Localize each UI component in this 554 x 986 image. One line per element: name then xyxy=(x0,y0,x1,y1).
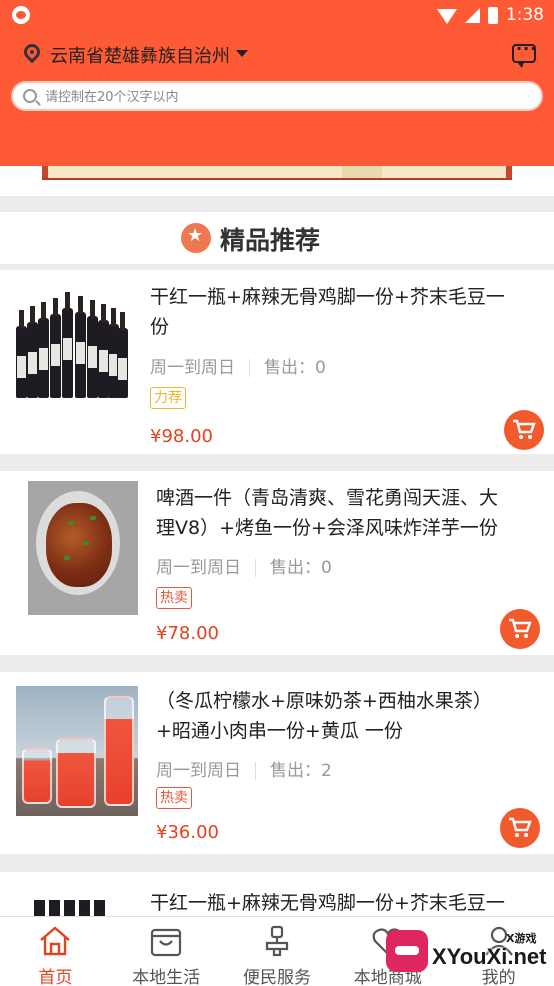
cart-icon xyxy=(509,817,532,837)
banner-image[interactable] xyxy=(42,166,512,180)
location-pin-icon[interactable] xyxy=(20,40,44,64)
product-image[interactable] xyxy=(28,481,138,615)
schedule-text: 周一到周日 xyxy=(150,358,235,378)
gamepad-logo-icon xyxy=(386,930,428,972)
search-bar[interactable] xyxy=(11,81,543,111)
cell-signal-icon xyxy=(464,7,480,23)
product-meta: 周一到周日 售出：0 xyxy=(156,553,332,578)
status-time: 1:38 xyxy=(505,5,544,25)
product-title[interactable]: 干红一瓶+麻辣无骨鸡脚一份+芥末毛豆一 xyxy=(150,888,550,918)
product-meta: 周一到周日 售出：2 xyxy=(156,756,332,781)
cart-icon xyxy=(513,419,536,439)
product-meta: 周一到周日 售出：0 xyxy=(150,353,326,378)
sold-count: 售出：0 xyxy=(264,358,326,378)
section-title: 精品推荐 xyxy=(220,226,321,255)
nav-item-local-life[interactable]: 本地生活 xyxy=(111,917,222,986)
home-icon xyxy=(40,926,71,956)
product-card[interactable]: 啤酒一件（青岛清爽、雪花勇闯天涯、大 理V8）+烤鱼一份+会泽风味炸洋芋一份 周… xyxy=(0,471,554,655)
add-to-cart-button[interactable] xyxy=(500,808,540,848)
product-title[interactable]: 干红一瓶+麻辣无骨鸡脚一份+芥末毛豆一 份 xyxy=(150,282,550,342)
product-price: ¥98.00 xyxy=(150,426,213,447)
section-header: 精品推荐 xyxy=(0,212,554,264)
star-icon xyxy=(181,223,211,253)
recommend-badge: 力荐 xyxy=(150,387,186,409)
cart-icon xyxy=(509,618,532,638)
caret-down-icon[interactable] xyxy=(236,50,248,57)
battery-icon xyxy=(487,6,498,24)
schedule-text: 周一到周日 xyxy=(156,558,241,578)
product-price: ¥36.00 xyxy=(156,822,219,843)
add-to-cart-button[interactable] xyxy=(504,410,544,450)
product-title[interactable]: 啤酒一件（青岛清爽、雪花勇闯天涯、大 理V8）+烤鱼一份+会泽风味炸洋芋一份 xyxy=(156,483,548,543)
schedule-text: 周一到周日 xyxy=(156,761,241,781)
hot-badge: 热卖 xyxy=(156,787,192,809)
watermark: X游戏 XYouXi.net xyxy=(386,924,550,982)
nav-item-services[interactable]: 便民服务 xyxy=(222,917,333,986)
product-card[interactable]: 干红一瓶+麻辣无骨鸡脚一份+芥末毛豆一 份 周一到周日 售出：0 力荐 ¥98.0… xyxy=(0,270,554,454)
stamp-icon xyxy=(265,925,289,957)
product-card[interactable]: 干红一瓶+麻辣无骨鸡脚一份+芥末毛豆一 xyxy=(0,872,554,916)
product-price: ¥78.00 xyxy=(156,623,219,644)
add-to-cart-button[interactable] xyxy=(500,609,540,649)
product-image[interactable] xyxy=(16,686,138,816)
sold-count: 售出：0 xyxy=(270,558,332,578)
location-selector[interactable]: 云南省楚雄彝族自治州 xyxy=(50,42,230,68)
search-icon xyxy=(23,89,37,103)
search-input[interactable] xyxy=(45,86,525,108)
product-image[interactable] xyxy=(12,288,130,408)
product-title[interactable]: （冬瓜柠檬水+原味奶茶+西柚水果茶） +昭通小肉串一份+黄瓜 一份 xyxy=(156,686,548,746)
status-bar: 1:38 xyxy=(0,0,554,30)
app-notification-icon xyxy=(12,6,30,24)
hot-badge: 热卖 xyxy=(156,587,192,609)
message-icon[interactable] xyxy=(512,39,537,68)
bag-icon xyxy=(151,928,182,957)
product-image[interactable] xyxy=(24,900,114,916)
wifi-icon xyxy=(436,8,457,24)
watermark-text: XYouXi.net xyxy=(432,944,547,969)
sold-count: 售出：2 xyxy=(270,761,332,781)
product-card[interactable]: （冬瓜柠檬水+原味奶茶+西柚水果茶） +昭通小肉串一份+黄瓜 一份 周一到周日 售… xyxy=(0,672,554,854)
banner-carousel[interactable] xyxy=(0,166,554,196)
nav-item-home[interactable]: 首页 xyxy=(0,917,111,986)
app-header: 云南省楚雄彝族自治州 xyxy=(0,30,554,166)
